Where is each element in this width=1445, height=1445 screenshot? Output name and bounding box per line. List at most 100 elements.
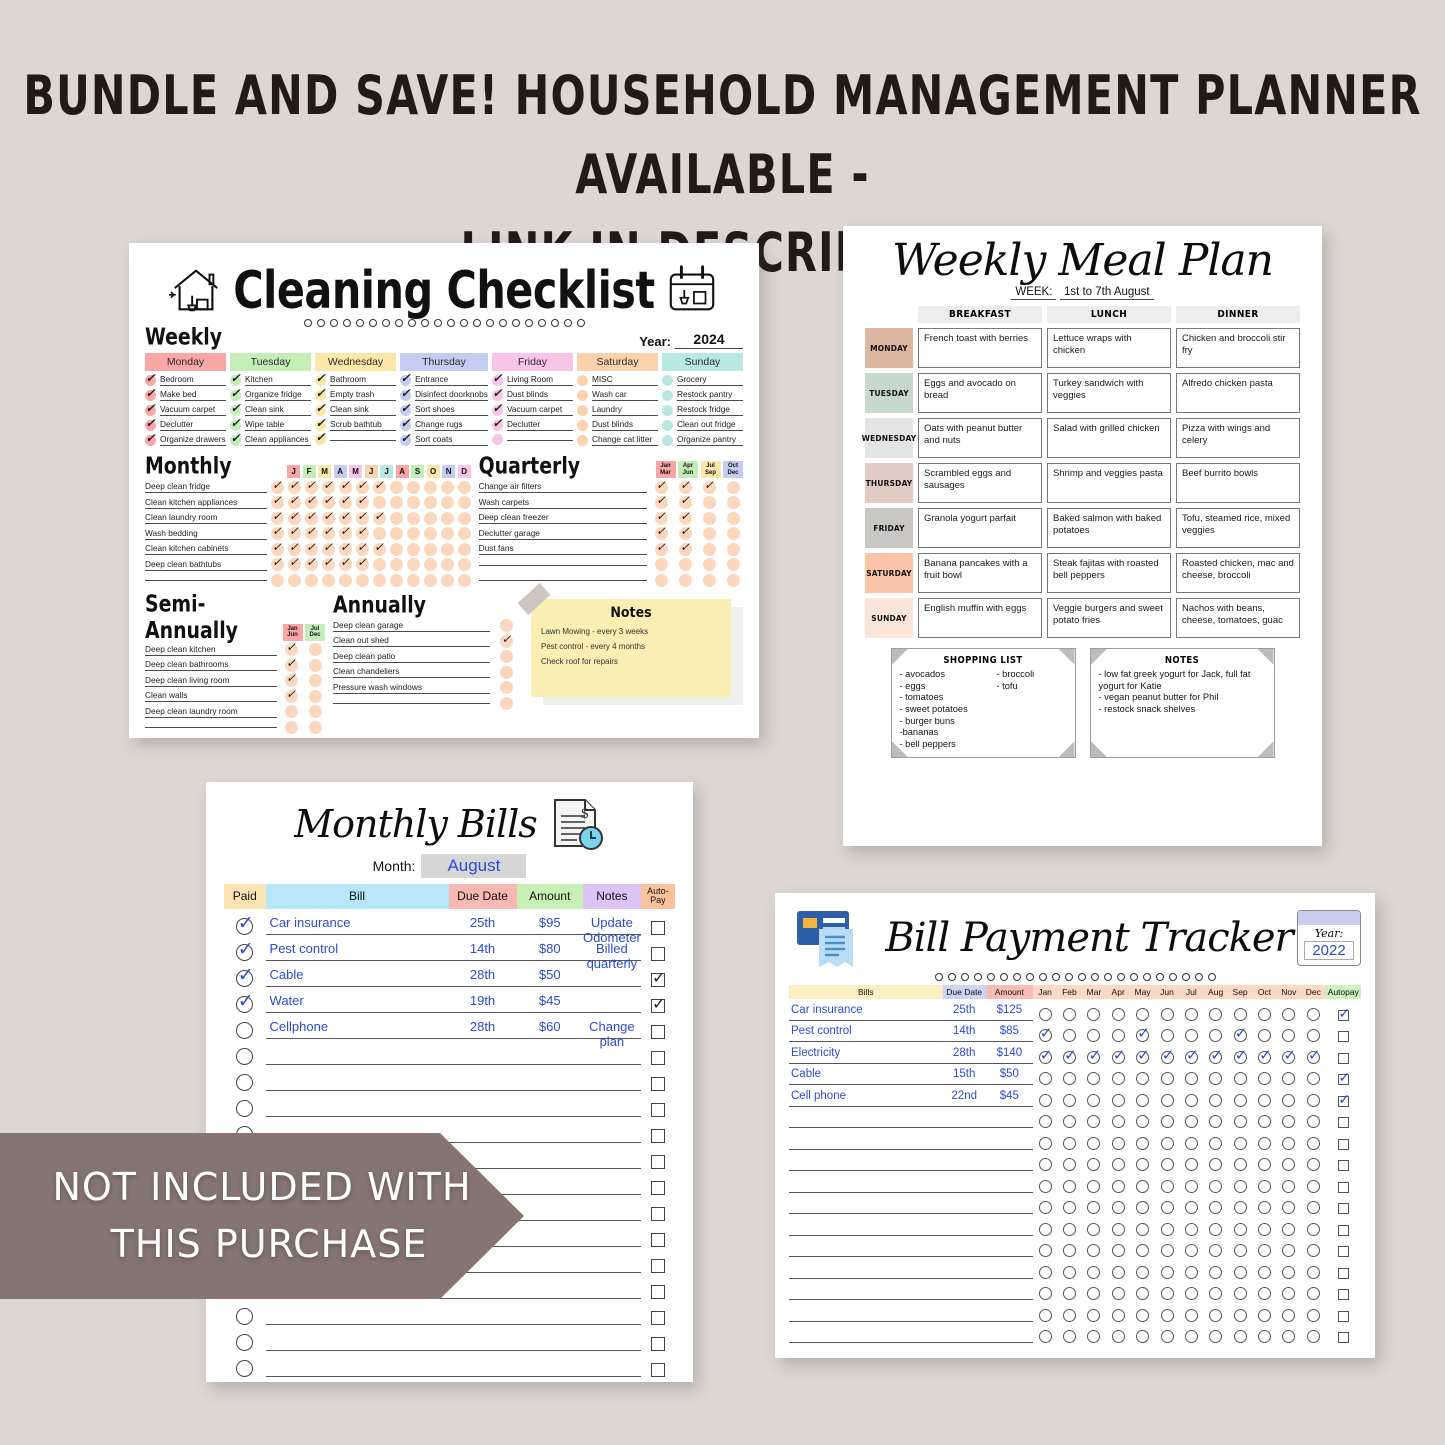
tracker-due-cell[interactable]: [942, 1111, 986, 1128]
monthly-month-checkbox[interactable]: [406, 558, 420, 571]
monthly-month-checkbox[interactable]: [338, 573, 352, 587]
weekly-task-checkbox[interactable]: [145, 431, 156, 446]
weekly-task-label[interactable]: Declutter: [506, 419, 573, 431]
weekly-task-label[interactable]: Dust blinds: [506, 389, 573, 401]
tracker-autopay-checkbox[interactable]: [1337, 1224, 1349, 1236]
monthly-month-checkbox[interactable]: [304, 524, 318, 540]
tracker-month-checkbox[interactable]: [1184, 1330, 1198, 1343]
bills-notes-cell[interactable]: Update Odometer: [582, 915, 641, 945]
tracker-amount-cell[interactable]: [985, 1176, 1033, 1193]
quarterly-checkbox[interactable]: [675, 540, 695, 556]
meal-note-line[interactable]: - low fat greek yogurt for Jack, full fa…: [1099, 669, 1266, 692]
bills-paid-checkbox[interactable]: [236, 1047, 254, 1065]
quarterly-task-row-label[interactable]: [478, 579, 647, 581]
annual-task-label[interactable]: Clean out shed: [333, 635, 490, 647]
tracker-month-checkbox[interactable]: [1160, 1308, 1174, 1322]
tracker-month-checkbox[interactable]: [1160, 1158, 1174, 1171]
tracker-month-checkbox[interactable]: [1209, 1330, 1223, 1343]
weekly-task-label[interactable]: Dust blinds: [591, 419, 658, 431]
bills-paid-checkbox[interactable]: [236, 1307, 254, 1325]
bills-amount-cell[interactable]: $80: [516, 941, 583, 961]
tracker-month-checkbox[interactable]: [1087, 1029, 1101, 1042]
semi-annual-checkbox[interactable]: [305, 658, 325, 672]
tracker-autopay-checkbox[interactable]: [1337, 1310, 1349, 1322]
monthly-month-checkbox[interactable]: [406, 527, 420, 540]
weekly-task-checkbox[interactable]: [491, 416, 503, 431]
tracker-month-checkbox[interactable]: [1136, 1222, 1150, 1236]
tracker-amount-cell[interactable]: [985, 1326, 1033, 1343]
annual-checkbox[interactable]: [500, 681, 513, 694]
tracker-bill-cell[interactable]: [789, 1305, 943, 1322]
tracker-amount-cell[interactable]: [985, 1283, 1033, 1300]
shopping-list-item[interactable]: - burger buns: [900, 716, 997, 728]
quarterly-checkbox[interactable]: [699, 478, 719, 494]
bills-amount-cell[interactable]: [516, 1279, 583, 1299]
meal-cell-breakfast[interactable]: Scrambled eggs and sausages: [918, 463, 1042, 504]
tracker-month-checkbox[interactable]: [1282, 1179, 1296, 1193]
tracker-month-checkbox[interactable]: [1306, 1201, 1320, 1214]
monthly-month-checkbox[interactable]: [355, 540, 369, 556]
tracker-month-checkbox[interactable]: [1209, 1046, 1224, 1064]
tracker-due-cell[interactable]: [942, 1262, 986, 1279]
weekly-task-label[interactable]: Disinfect doorknobs: [415, 389, 488, 401]
weekly-task-checkbox[interactable]: [315, 430, 327, 445]
quarterly-task-row-label[interactable]: Wash carpets: [478, 497, 647, 509]
tracker-bill-cell[interactable]: [789, 1176, 943, 1193]
tracker-month-checkbox[interactable]: [1233, 1093, 1247, 1107]
monthly-month-checkbox[interactable]: [389, 558, 403, 571]
bills-autopay-checkbox[interactable]: [650, 1310, 665, 1325]
weekly-task-checkbox[interactable]: [400, 416, 412, 431]
tracker-month-checkbox[interactable]: [1209, 1287, 1223, 1300]
tracker-month-checkbox[interactable]: [1111, 1115, 1125, 1128]
tracker-month-checkbox[interactable]: [1136, 1093, 1150, 1107]
bills-amount-cell[interactable]: [516, 1071, 583, 1091]
monthly-month-checkbox[interactable]: [389, 573, 403, 587]
weekly-task-checkbox[interactable]: [576, 389, 588, 401]
weekly-task-checkbox[interactable]: [230, 431, 242, 446]
monthly-month-checkbox[interactable]: [406, 496, 420, 509]
quarterly-task-row-label[interactable]: [478, 564, 647, 566]
tracker-month-checkbox[interactable]: [1233, 1330, 1247, 1343]
tracker-bill-cell[interactable]: Electricity: [789, 1047, 943, 1064]
weekly-task-checkbox[interactable]: [661, 389, 673, 401]
weekly-task-checkbox[interactable]: [145, 371, 156, 386]
bills-autopay-checkbox[interactable]: [650, 1206, 665, 1221]
tracker-autopay-checkbox[interactable]: [1337, 1181, 1349, 1193]
bills-due-cell[interactable]: [448, 1357, 517, 1377]
tracker-month-checkbox[interactable]: [1282, 1265, 1296, 1279]
tracker-autopay-checkbox[interactable]: [1337, 1052, 1349, 1064]
monthly-task-label[interactable]: Clean kitchen appliances: [145, 497, 267, 509]
monthly-task-label[interactable]: Deep clean bathtubs: [145, 559, 267, 571]
monthly-month-checkbox[interactable]: [355, 493, 369, 509]
tracker-month-checkbox[interactable]: [1282, 1007, 1296, 1021]
meal-cell-lunch[interactable]: Baked salmon with baked potatoes: [1047, 508, 1171, 549]
shopping-list-item[interactable]: - sweet potatoes: [900, 704, 997, 716]
tracker-month-checkbox[interactable]: [1184, 1287, 1198, 1300]
quarterly-checkbox[interactable]: [723, 496, 743, 509]
annual-checkbox[interactable]: [500, 650, 513, 663]
tracker-month-checkbox[interactable]: [1306, 1046, 1322, 1064]
bills-bill-cell[interactable]: Cable: [265, 967, 449, 987]
tracker-month-checkbox[interactable]: [1282, 1330, 1296, 1343]
bills-notes-cell[interactable]: [582, 1227, 641, 1247]
weekly-task-label[interactable]: Laundry: [591, 404, 658, 416]
tracker-autopay-checkbox[interactable]: [1337, 1069, 1351, 1086]
tracker-month-checkbox[interactable]: [1087, 1265, 1101, 1279]
bill-tracker-year-value[interactable]: 2022: [1304, 941, 1354, 960]
monthly-month-checkbox[interactable]: [304, 573, 318, 587]
tracker-month-checkbox[interactable]: [1062, 1136, 1076, 1150]
monthly-month-checkbox[interactable]: [440, 480, 454, 494]
tracker-month-checkbox[interactable]: [1038, 1265, 1052, 1279]
meal-note-line[interactable]: - vegan peanut butter for Phil: [1099, 692, 1266, 704]
meal-plan-week-field[interactable]: WEEK: 1st to 7th August: [865, 286, 1300, 301]
quarterly-task-row-label[interactable]: Dust fans: [478, 543, 647, 555]
tracker-month-checkbox[interactable]: [1282, 1287, 1296, 1300]
bills-due-cell[interactable]: [448, 1097, 517, 1117]
tracker-month-checkbox[interactable]: [1160, 1179, 1174, 1193]
bills-notes-cell[interactable]: [582, 1279, 641, 1299]
monthly-month-checkbox[interactable]: [440, 542, 454, 556]
tracker-month-checkbox[interactable]: [1087, 1308, 1101, 1322]
bills-bill-cell[interactable]: [265, 1071, 449, 1091]
bills-due-cell[interactable]: [448, 1279, 517, 1299]
quarterly-checkbox[interactable]: [651, 493, 671, 509]
